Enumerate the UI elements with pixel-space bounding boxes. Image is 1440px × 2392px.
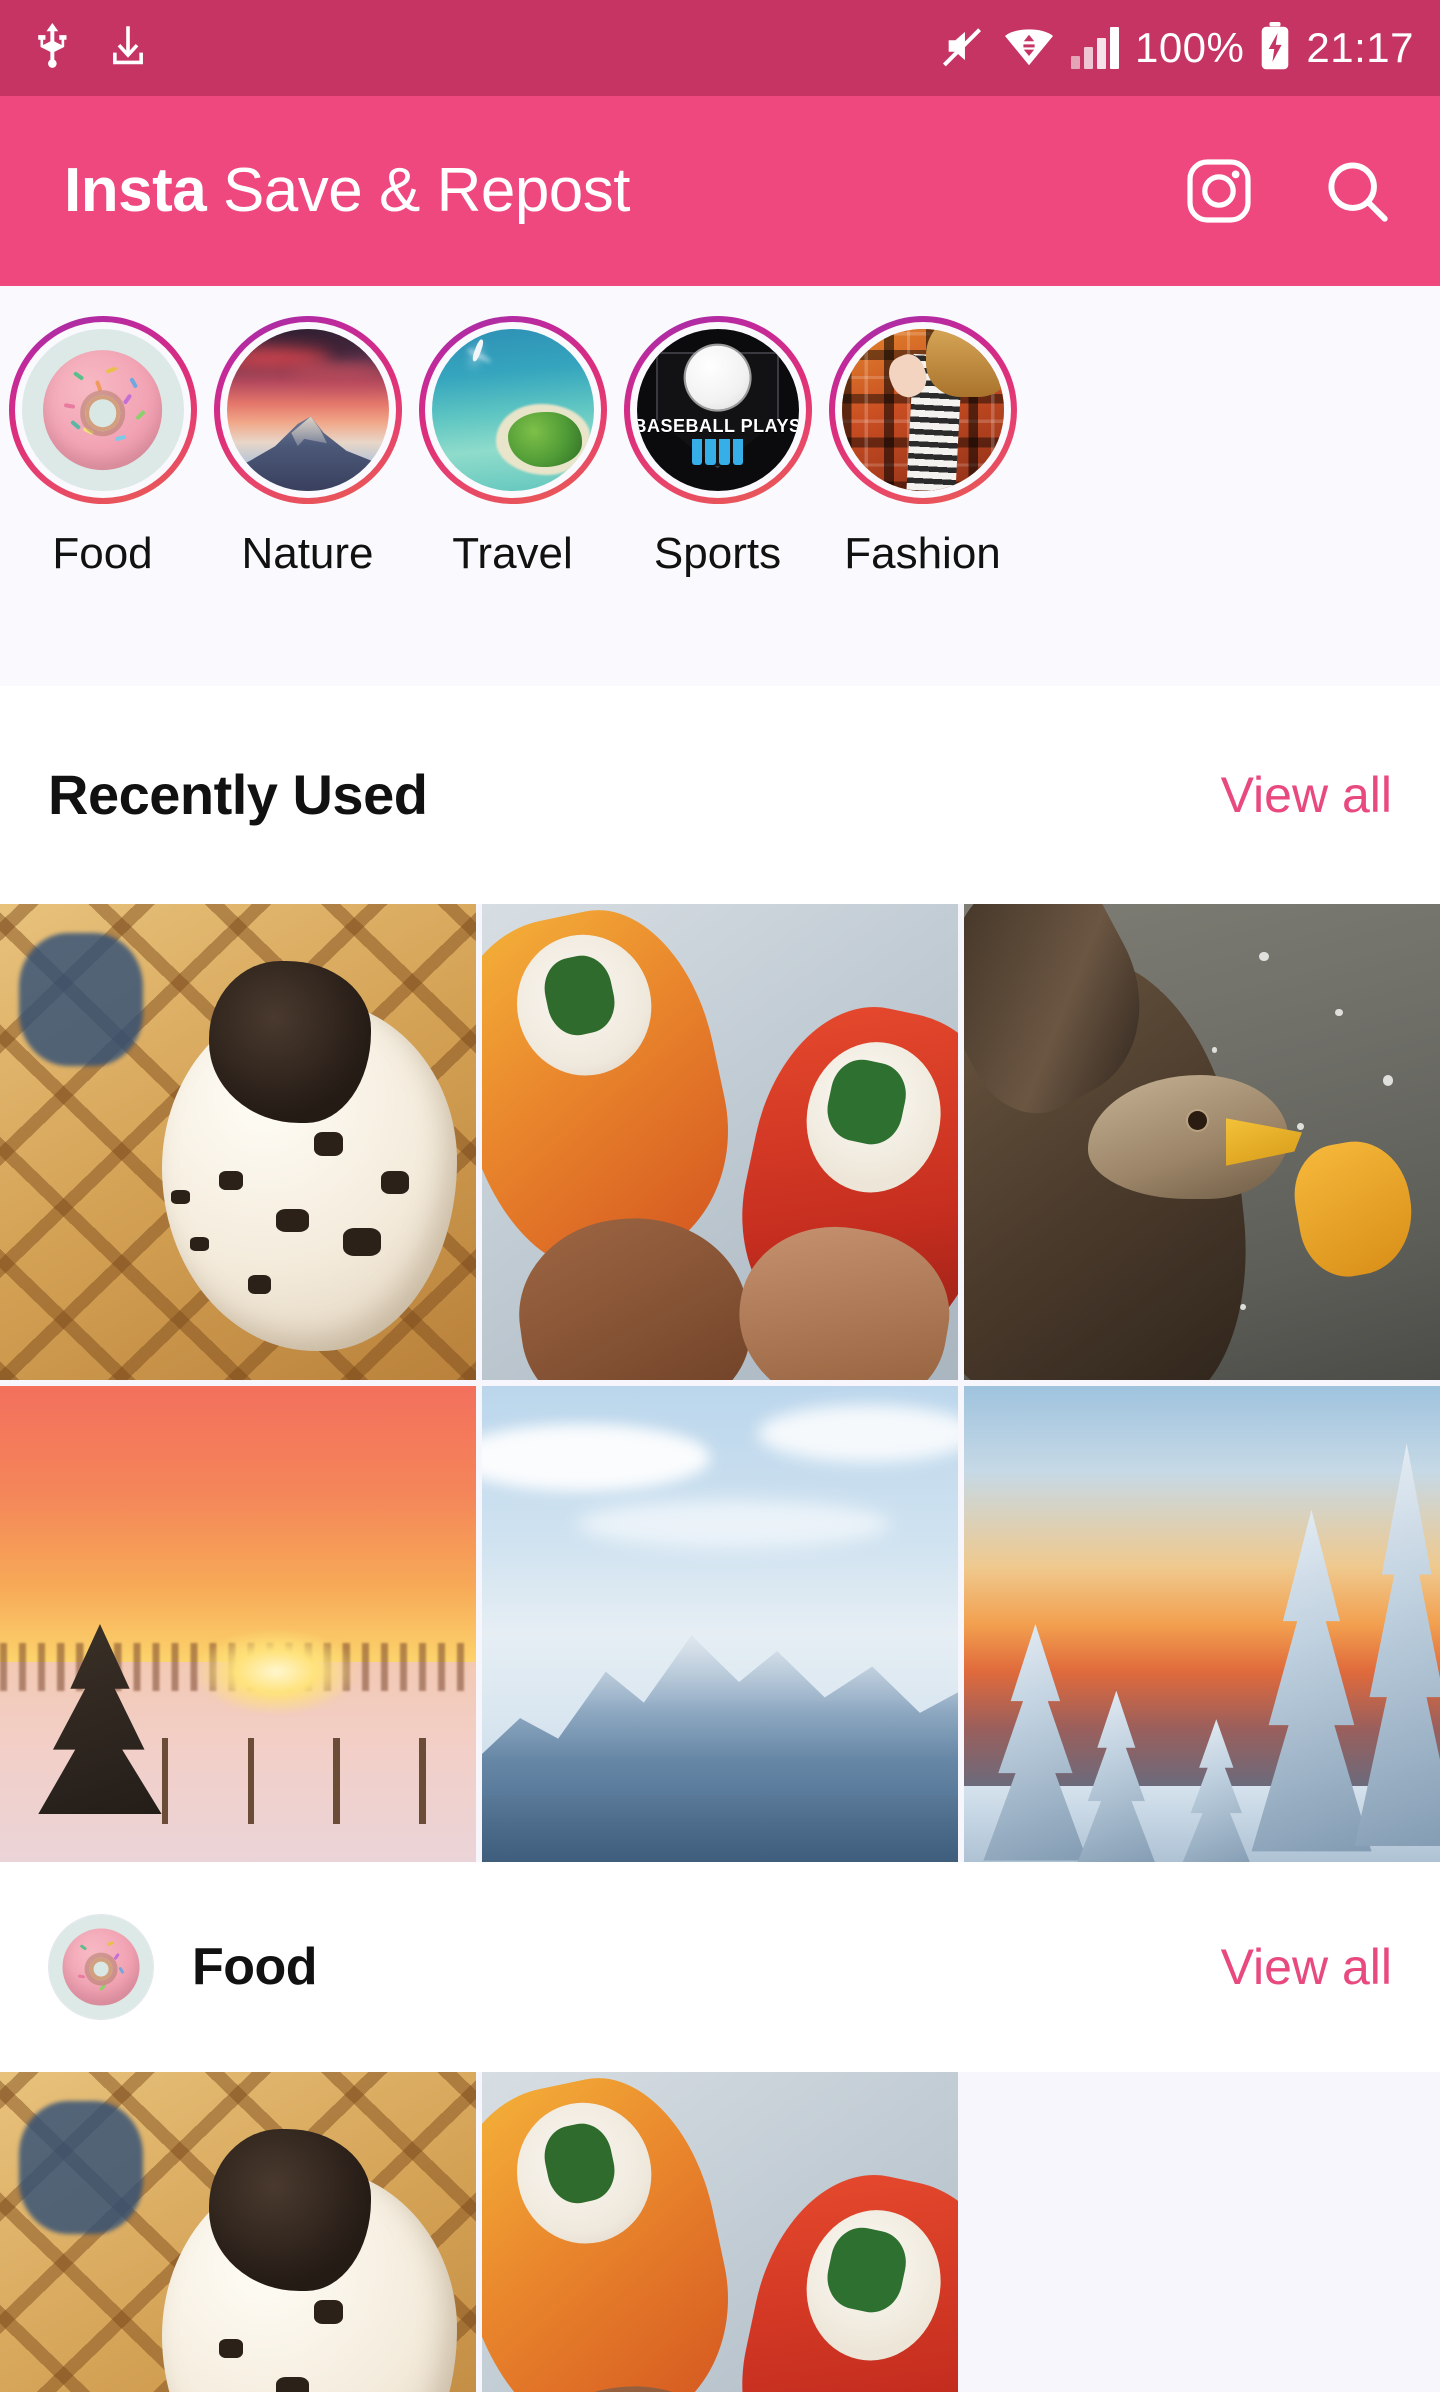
story-thumbnail xyxy=(432,329,594,491)
sunrise-artwork xyxy=(0,1386,476,1862)
battery-charging-icon xyxy=(1260,22,1290,75)
story-gradient-ring xyxy=(829,316,1017,504)
download-icon xyxy=(108,23,148,74)
page-title: Recently Used xyxy=(48,767,427,823)
story-thumbnail xyxy=(842,329,1004,491)
story-inner-ring xyxy=(425,322,601,498)
view-all-link-food[interactable]: View all xyxy=(1221,1942,1392,1992)
baseball-badge-text: BASEBALL PLAYS xyxy=(637,416,799,437)
story-gradient-ring xyxy=(419,316,607,504)
donut-artwork xyxy=(22,329,184,491)
usb-icon xyxy=(34,23,74,74)
status-bar: 100% 21:17 xyxy=(0,0,1440,96)
story-label: Travel xyxy=(452,532,573,576)
story-inner-ring xyxy=(220,322,396,498)
story-inner-ring xyxy=(15,322,191,498)
grid-tile[interactable] xyxy=(964,904,1440,1380)
search-icon[interactable] xyxy=(1320,154,1394,228)
grid-tile[interactable] xyxy=(0,1386,476,1862)
story-inner-ring xyxy=(835,322,1011,498)
eagle-artwork xyxy=(964,904,1440,1380)
story-gradient-ring: BASEBALL PLAYS xyxy=(624,316,812,504)
grid-tile[interactable] xyxy=(482,2072,958,2392)
status-bar-right-icons: 100% 21:17 xyxy=(941,22,1414,75)
section-thumbnail-food xyxy=(48,1914,154,2020)
sprinkles-decor xyxy=(49,1915,153,2019)
story-inner-ring: BASEBALL PLAYS xyxy=(630,322,806,498)
story-gradient-ring xyxy=(9,316,197,504)
mountain-artwork xyxy=(227,329,389,491)
story-item-travel[interactable]: Travel xyxy=(410,316,615,576)
grid-tile-empty xyxy=(964,2072,1440,2392)
battery-percent-label: 100% xyxy=(1135,27,1244,69)
sprinkles-decor xyxy=(22,329,184,491)
snow-forest-artwork xyxy=(964,1386,1440,1862)
app-bar: Insta Save & Repost xyxy=(0,96,1440,286)
app-title-regular: Save & Repost xyxy=(223,156,630,225)
grid-tile[interactable] xyxy=(482,1386,958,1862)
instagram-icon[interactable] xyxy=(1182,154,1256,228)
baseball-logo-artwork: BASEBALL PLAYS xyxy=(637,329,799,491)
food-grid xyxy=(0,2072,1440,2392)
app-title-bold: Insta xyxy=(64,156,206,225)
grid-tile[interactable] xyxy=(0,2072,476,2392)
story-label: Food xyxy=(52,532,152,576)
fashion-artwork xyxy=(842,329,1004,491)
grid-tile[interactable] xyxy=(964,1386,1440,1862)
story-label: Fashion xyxy=(844,532,1001,576)
story-thumbnail xyxy=(22,329,184,491)
island-artwork xyxy=(432,329,594,491)
recently-used-grid xyxy=(0,904,1440,1862)
status-bar-left-icons xyxy=(34,23,148,74)
story-thumbnail xyxy=(227,329,389,491)
grid-tile[interactable] xyxy=(0,904,476,1380)
mute-icon xyxy=(941,23,987,74)
story-item-sports[interactable]: BASEBALL PLAYS Sports xyxy=(615,316,820,576)
view-all-link-recently-used[interactable]: View all xyxy=(1221,770,1392,820)
signal-icon xyxy=(1071,27,1119,69)
category-stories-row[interactable]: Food Nature xyxy=(0,286,1440,686)
sushi-artwork xyxy=(482,904,958,1380)
story-item-fashion[interactable]: Fashion xyxy=(820,316,1025,576)
app-title: Insta Save & Repost xyxy=(64,160,630,222)
clock-label: 21:17 xyxy=(1306,27,1414,69)
crumbs-decor xyxy=(0,904,476,1380)
story-item-food[interactable]: Food xyxy=(0,316,205,576)
story-label: Nature xyxy=(241,532,373,576)
story-gradient-ring xyxy=(214,316,402,504)
donut-artwork xyxy=(49,1915,153,2019)
section-header-food: Food View all xyxy=(0,1862,1440,2072)
app-bar-actions xyxy=(1182,154,1394,228)
crumbs-decor xyxy=(0,2072,476,2392)
category-stories-track[interactable]: Food Nature xyxy=(0,286,1440,686)
icecream-artwork xyxy=(0,904,476,1380)
story-label: Sports xyxy=(654,532,781,576)
icecream-artwork xyxy=(0,2072,476,2392)
wifi-icon xyxy=(1003,23,1055,74)
section-header-recently-used: Recently Used View all xyxy=(0,686,1440,904)
teton-artwork xyxy=(482,1386,958,1862)
grid-tile[interactable] xyxy=(482,904,958,1380)
story-item-nature[interactable]: Nature xyxy=(205,316,410,576)
section-title-food: Food xyxy=(192,1941,317,1993)
story-thumbnail: BASEBALL PLAYS xyxy=(637,329,799,491)
app-root: 100% 21:17 Insta Save & Repost xyxy=(0,0,1440,2392)
sushi-artwork xyxy=(482,2072,958,2392)
